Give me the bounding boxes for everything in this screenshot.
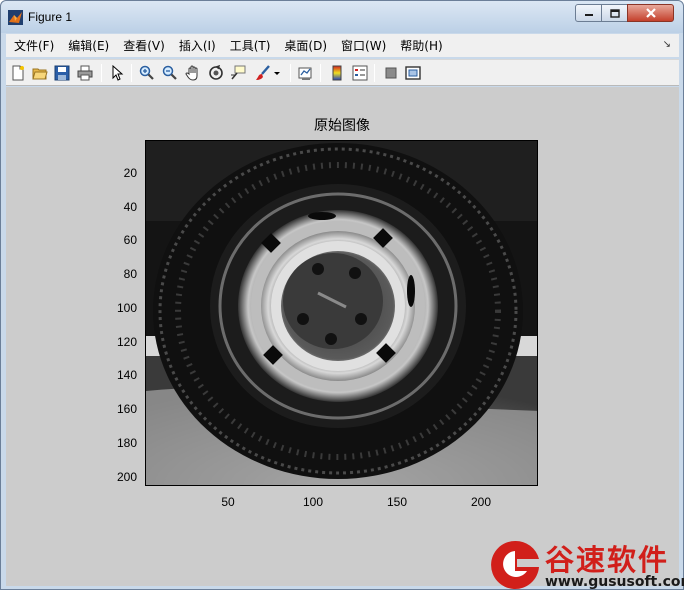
watermark-url: www.gususoft.com <box>545 574 684 590</box>
print-button[interactable] <box>76 64 94 82</box>
y-tick-label: 140 <box>116 368 137 382</box>
new-figure-icon <box>12 65 24 81</box>
toolbar-separator <box>290 64 291 82</box>
brush-dropdown-icon <box>274 72 280 75</box>
menu-desktop[interactable]: 桌面(D) <box>279 37 332 54</box>
figure-toolbar <box>6 59 679 86</box>
y-tick-label: 200 <box>116 470 137 484</box>
close-icon <box>645 8 656 18</box>
menu-file[interactable]: 文件(F) <box>9 37 59 54</box>
x-tick-label: 150 <box>386 495 408 509</box>
watermark-name: 谷速软件 <box>545 543 670 577</box>
dock-arrow-icon[interactable]: ↘ <box>663 39 671 50</box>
plot-title: 原始图像 <box>314 118 370 134</box>
pan-hand-icon <box>185 65 198 81</box>
toolbar-separator <box>101 64 102 82</box>
maximize-icon <box>609 8 620 18</box>
y-tick-label: 160 <box>116 402 137 416</box>
print-icon <box>77 65 93 81</box>
pan-button[interactable] <box>184 64 202 82</box>
y-tick-label: 180 <box>116 436 137 450</box>
gusu-logo-icon <box>491 540 539 589</box>
data-cursor-icon <box>231 65 246 80</box>
rotate-3d-button[interactable] <box>207 64 225 82</box>
minimize-button[interactable] <box>575 4 602 22</box>
toolbar-separator <box>374 64 375 82</box>
matlab-logo-icon <box>8 10 23 25</box>
tire-image <box>146 141 537 485</box>
minimize-icon <box>584 14 593 16</box>
hide-plot-tools-button[interactable] <box>382 64 400 82</box>
brush-button[interactable] <box>254 64 272 82</box>
y-tick-label: 40 <box>123 200 137 214</box>
toolbar-separator <box>131 64 132 82</box>
x-tick-label: 200 <box>470 495 492 509</box>
pointer-button[interactable] <box>108 64 126 82</box>
zoom-in-button[interactable] <box>138 64 156 82</box>
figure-window: Figure 1 文件(F) 编辑(E) 查看(V) 插入(I) 工具(T) 桌… <box>0 0 684 590</box>
brush-icon <box>256 65 270 80</box>
y-tick-label: 80 <box>123 267 137 281</box>
menu-tools[interactable]: 工具(T) <box>225 37 276 54</box>
menu-edit[interactable]: 编辑(E) <box>63 37 114 54</box>
save-icon <box>54 65 70 81</box>
colorbar-icon <box>332 65 342 81</box>
pointer-icon <box>112 65 124 81</box>
rotate-3d-icon <box>209 65 223 80</box>
y-tick-label: 120 <box>116 335 137 349</box>
menu-insert[interactable]: 插入(I) <box>174 37 221 54</box>
watermark: 谷速软件 www.gususoft.com <box>487 537 684 590</box>
window-title: Figure 1 <box>28 10 73 24</box>
save-button[interactable] <box>53 64 71 82</box>
show-plot-tools-button[interactable] <box>404 64 422 82</box>
colorbar-button[interactable] <box>328 64 346 82</box>
zoom-out-icon <box>162 65 177 80</box>
toolbar-separator <box>320 64 321 82</box>
legend-button[interactable] <box>351 64 369 82</box>
link-plot-button[interactable] <box>297 64 315 82</box>
open-file-icon <box>32 68 48 80</box>
title-bar[interactable]: Figure 1 <box>1 1 683 33</box>
brush-dropdown-button[interactable] <box>272 64 282 82</box>
y-tick-label: 20 <box>123 166 137 180</box>
zoom-in-icon <box>139 65 154 80</box>
image-axes[interactable] <box>145 140 538 486</box>
link-plot-icon <box>298 67 312 80</box>
zoom-out-button[interactable] <box>161 64 179 82</box>
y-tick-label: 100 <box>116 301 137 315</box>
menu-bar: 文件(F) 编辑(E) 查看(V) 插入(I) 工具(T) 桌面(D) 窗口(W… <box>6 34 679 57</box>
open-file-button[interactable] <box>31 64 49 82</box>
hide-plot-tools-icon <box>385 67 397 79</box>
menu-view[interactable]: 查看(V) <box>118 37 170 54</box>
show-plot-tools-icon <box>405 66 421 80</box>
menu-window[interactable]: 窗口(W) <box>336 37 391 54</box>
menu-help[interactable]: 帮助(H) <box>395 37 447 54</box>
data-cursor-button[interactable] <box>229 64 247 82</box>
x-tick-label: 100 <box>302 495 324 509</box>
maximize-button[interactable] <box>601 4 628 22</box>
y-tick-label: 60 <box>123 233 137 247</box>
x-tick-label: 50 <box>221 495 235 509</box>
legend-icon <box>352 65 368 81</box>
close-button[interactable] <box>627 4 674 22</box>
new-figure-button[interactable] <box>9 64 27 82</box>
